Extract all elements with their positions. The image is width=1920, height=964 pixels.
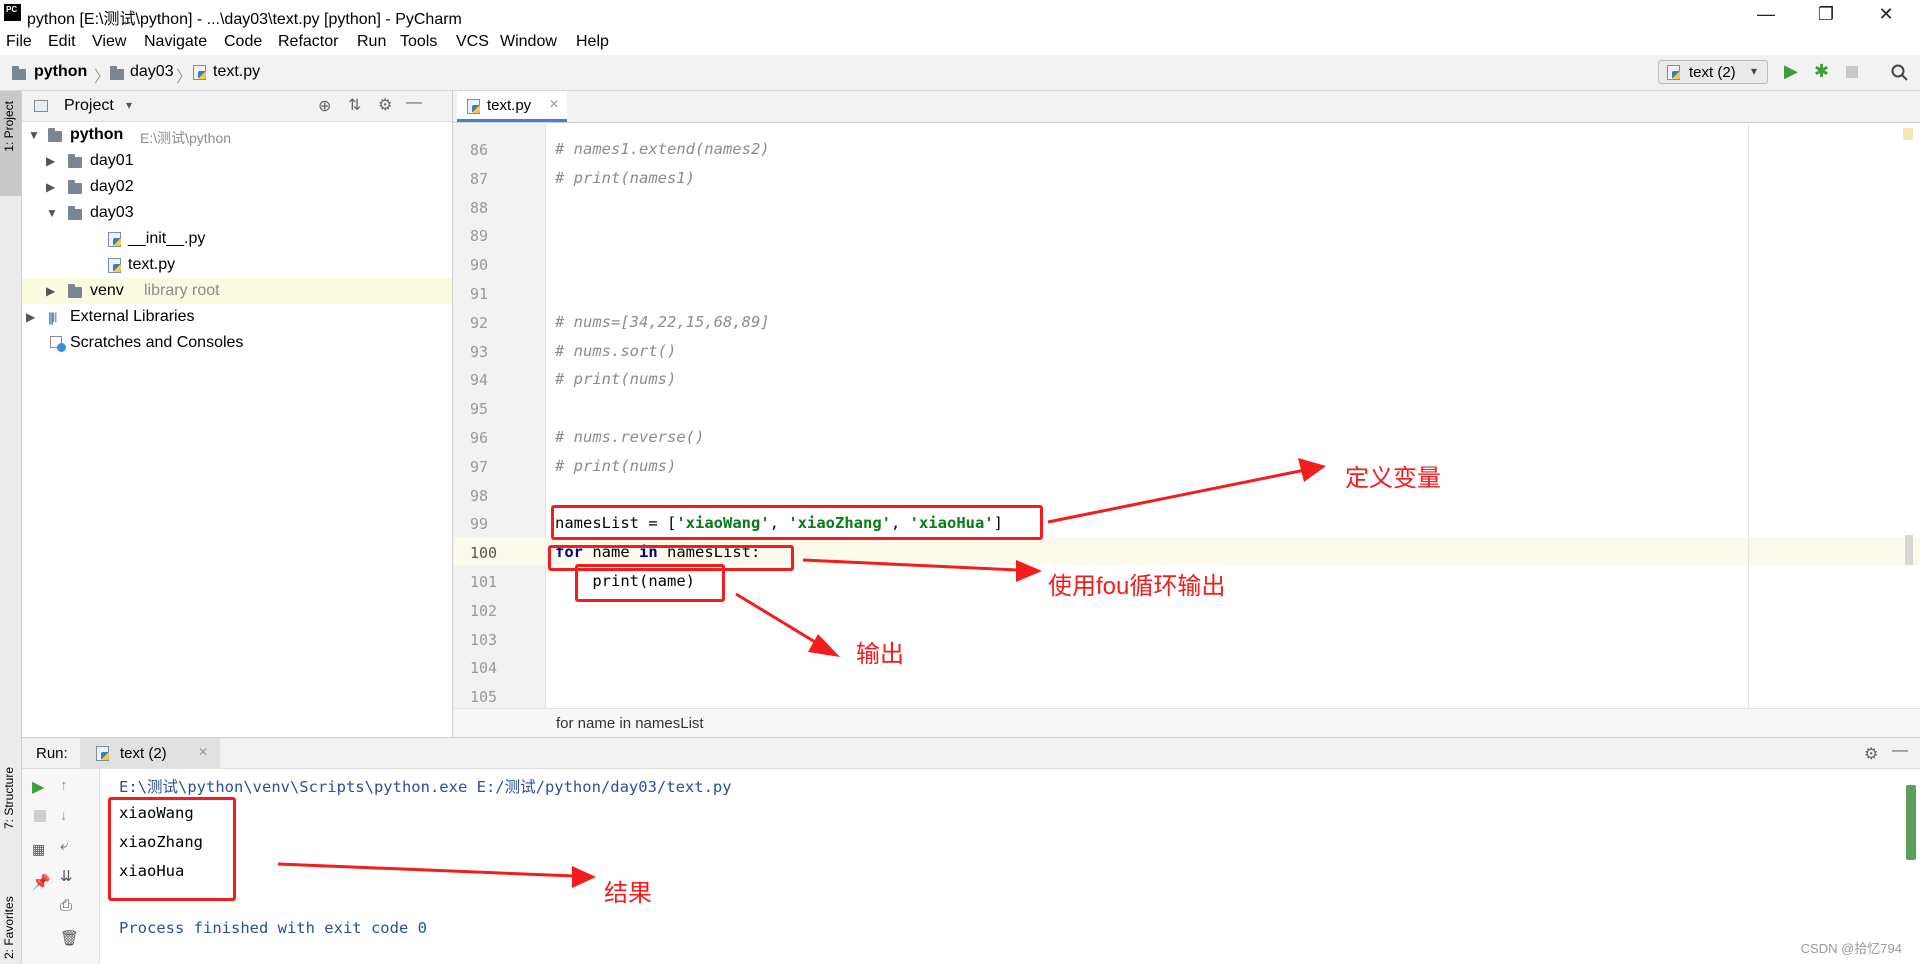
annotation-for-loop: 使用fou循环输出: [1048, 573, 1226, 600]
arrow-head: [808, 634, 840, 657]
arrow-head: [572, 866, 596, 888]
arrow-line: [735, 592, 821, 647]
annotation-result: 结果: [604, 880, 652, 907]
annotation-arrows: [277, 458, 1326, 888]
arrow-line: [1047, 468, 1306, 524]
arrow-head: [1016, 560, 1042, 582]
watermark: CSDN @拾忆794: [1800, 941, 1902, 956]
annotation-define-variable: 定义变量: [1345, 465, 1441, 492]
arrow-head: [1298, 458, 1326, 482]
arrow-line: [802, 558, 1019, 572]
arrow-line: [277, 862, 575, 878]
annotation-output: 输出: [856, 641, 904, 668]
